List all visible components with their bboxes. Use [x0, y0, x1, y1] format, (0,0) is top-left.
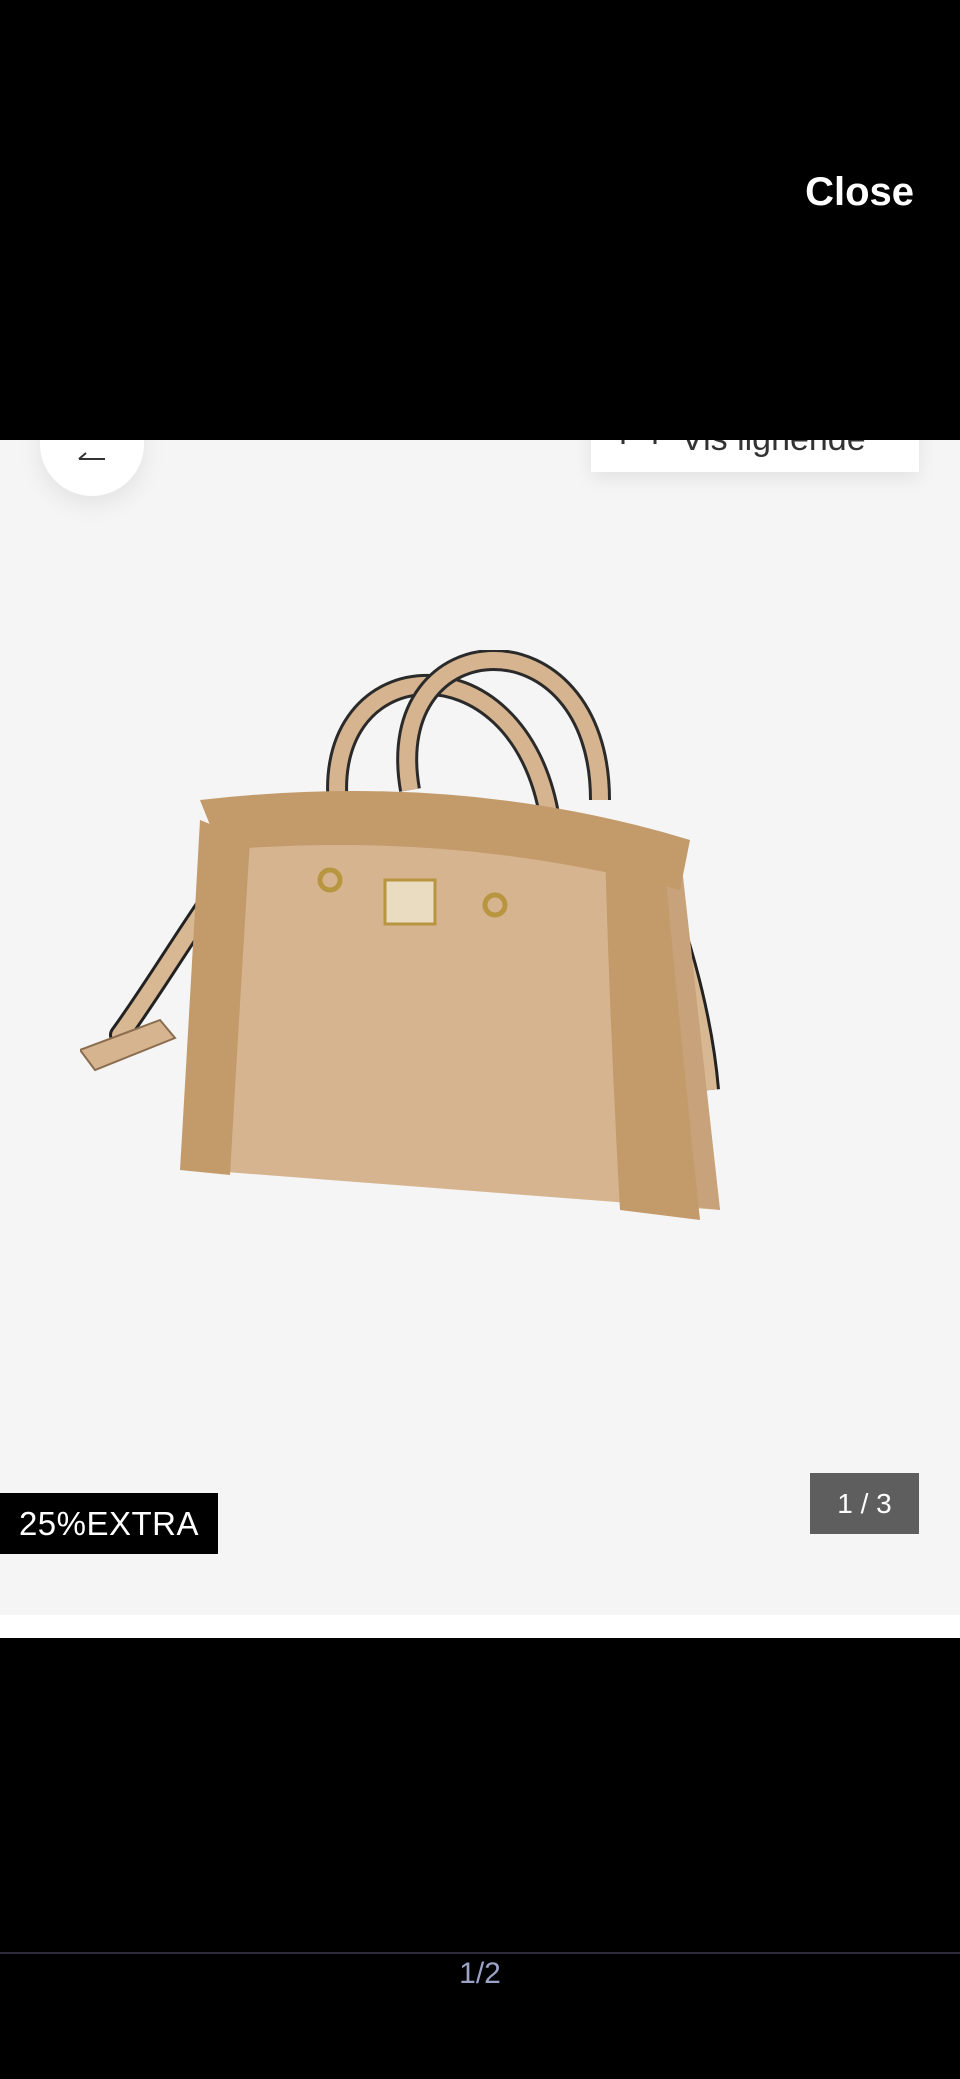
close-button[interactable]: Close: [805, 170, 914, 215]
divider: [0, 1952, 960, 1954]
image-counter: 1 / 3: [810, 1473, 919, 1534]
show-similar-label: Vis lignende: [681, 440, 866, 456]
page-indicator: 1/2: [459, 1957, 501, 1990]
back-button[interactable]: [40, 440, 144, 496]
show-similar-button[interactable]: Vis lignende: [591, 440, 919, 472]
product-image[interactable]: [80, 650, 760, 1290]
content-strip: [0, 1615, 960, 1638]
image-viewer[interactable]: Vis lignende 25%EXTRA 1 / 3: [0, 440, 960, 1638]
visual-search-icon: [621, 440, 657, 444]
arrow-left-icon: [78, 452, 105, 460]
promo-badge: 25%EXTRA: [0, 1493, 218, 1554]
